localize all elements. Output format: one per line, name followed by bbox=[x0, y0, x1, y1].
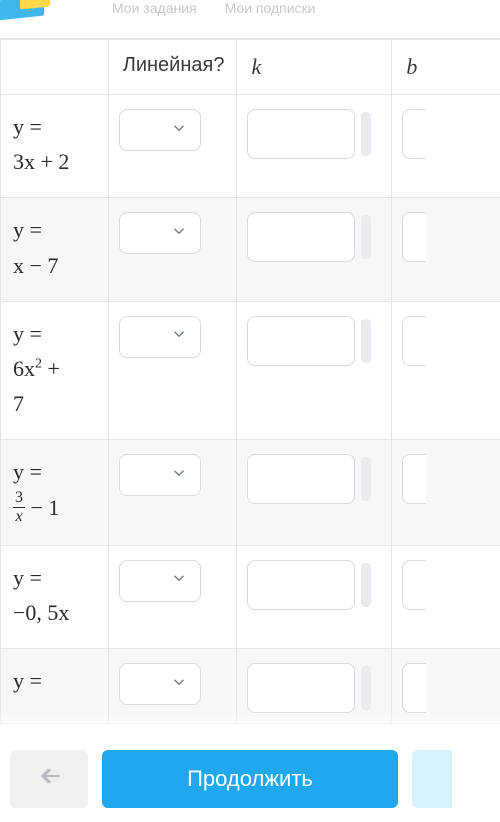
equation-cell: y = x − 7 bbox=[1, 198, 109, 301]
k-input[interactable] bbox=[247, 454, 355, 504]
chevron-down-icon bbox=[170, 325, 188, 348]
keypad-toggle[interactable] bbox=[361, 319, 371, 363]
keypad-toggle[interactable] bbox=[361, 563, 371, 607]
table-row: y = −0, 5x bbox=[1, 545, 500, 648]
linear-select[interactable] bbox=[119, 109, 201, 151]
chevron-down-icon bbox=[170, 119, 188, 142]
chevron-down-icon bbox=[170, 673, 188, 696]
b-input[interactable] bbox=[402, 454, 426, 504]
nav-my-subscriptions[interactable]: Мои подписки bbox=[225, 0, 316, 20]
table-row: y = 3x + 2 bbox=[1, 95, 500, 198]
table-row: y = 6x2 + 7 bbox=[1, 301, 500, 440]
equation-cell: y = 6x2 + 7 bbox=[1, 301, 109, 440]
equation-cell: y = 3x + 2 bbox=[1, 95, 109, 198]
header-equation bbox=[1, 40, 109, 95]
k-input[interactable] bbox=[247, 560, 355, 610]
linear-select[interactable] bbox=[119, 316, 201, 358]
linear-select[interactable] bbox=[119, 454, 201, 496]
linear-select[interactable] bbox=[119, 560, 201, 602]
k-input[interactable] bbox=[247, 316, 355, 366]
equation-cell: y = 3x − 1 bbox=[1, 440, 109, 546]
equation-cell: y = bbox=[1, 649, 109, 724]
arrow-left-icon bbox=[34, 763, 64, 794]
b-input[interactable] bbox=[402, 212, 426, 262]
nav-my-tasks[interactable]: Мои задания bbox=[112, 0, 197, 20]
header-b: b bbox=[392, 40, 500, 95]
top-nav: Мои задания Мои подписки bbox=[0, 0, 500, 20]
table-row: y = 3x − 1 bbox=[1, 440, 500, 546]
b-input[interactable] bbox=[402, 663, 426, 713]
continue-button[interactable]: Продолжить bbox=[102, 750, 398, 808]
keypad-toggle[interactable] bbox=[361, 112, 371, 156]
b-input[interactable] bbox=[402, 560, 426, 610]
b-input[interactable] bbox=[402, 109, 426, 159]
next-button-partial[interactable] bbox=[412, 750, 452, 808]
exercise-table: Линейная? k b y = 3x + 2 bbox=[0, 38, 500, 724]
table-row: y = x − 7 bbox=[1, 198, 500, 301]
keypad-toggle[interactable] bbox=[361, 215, 371, 259]
k-input[interactable] bbox=[247, 663, 355, 713]
equation-cell: y = −0, 5x bbox=[1, 545, 109, 648]
linear-select[interactable] bbox=[119, 212, 201, 254]
table-row: y = bbox=[1, 649, 500, 724]
chevron-down-icon bbox=[170, 569, 188, 592]
k-input[interactable] bbox=[247, 212, 355, 262]
chevron-down-icon bbox=[170, 464, 188, 487]
linear-select[interactable] bbox=[119, 663, 201, 705]
chevron-down-icon bbox=[170, 222, 188, 245]
brand-logo bbox=[0, 0, 50, 26]
header-k: k bbox=[237, 40, 392, 95]
b-input[interactable] bbox=[402, 316, 426, 366]
bottom-bar: Продолжить bbox=[0, 734, 500, 822]
k-input[interactable] bbox=[247, 109, 355, 159]
keypad-toggle[interactable] bbox=[361, 457, 371, 501]
back-button[interactable] bbox=[10, 750, 88, 808]
keypad-toggle[interactable] bbox=[361, 666, 371, 710]
header-linear: Линейная? bbox=[108, 40, 237, 95]
